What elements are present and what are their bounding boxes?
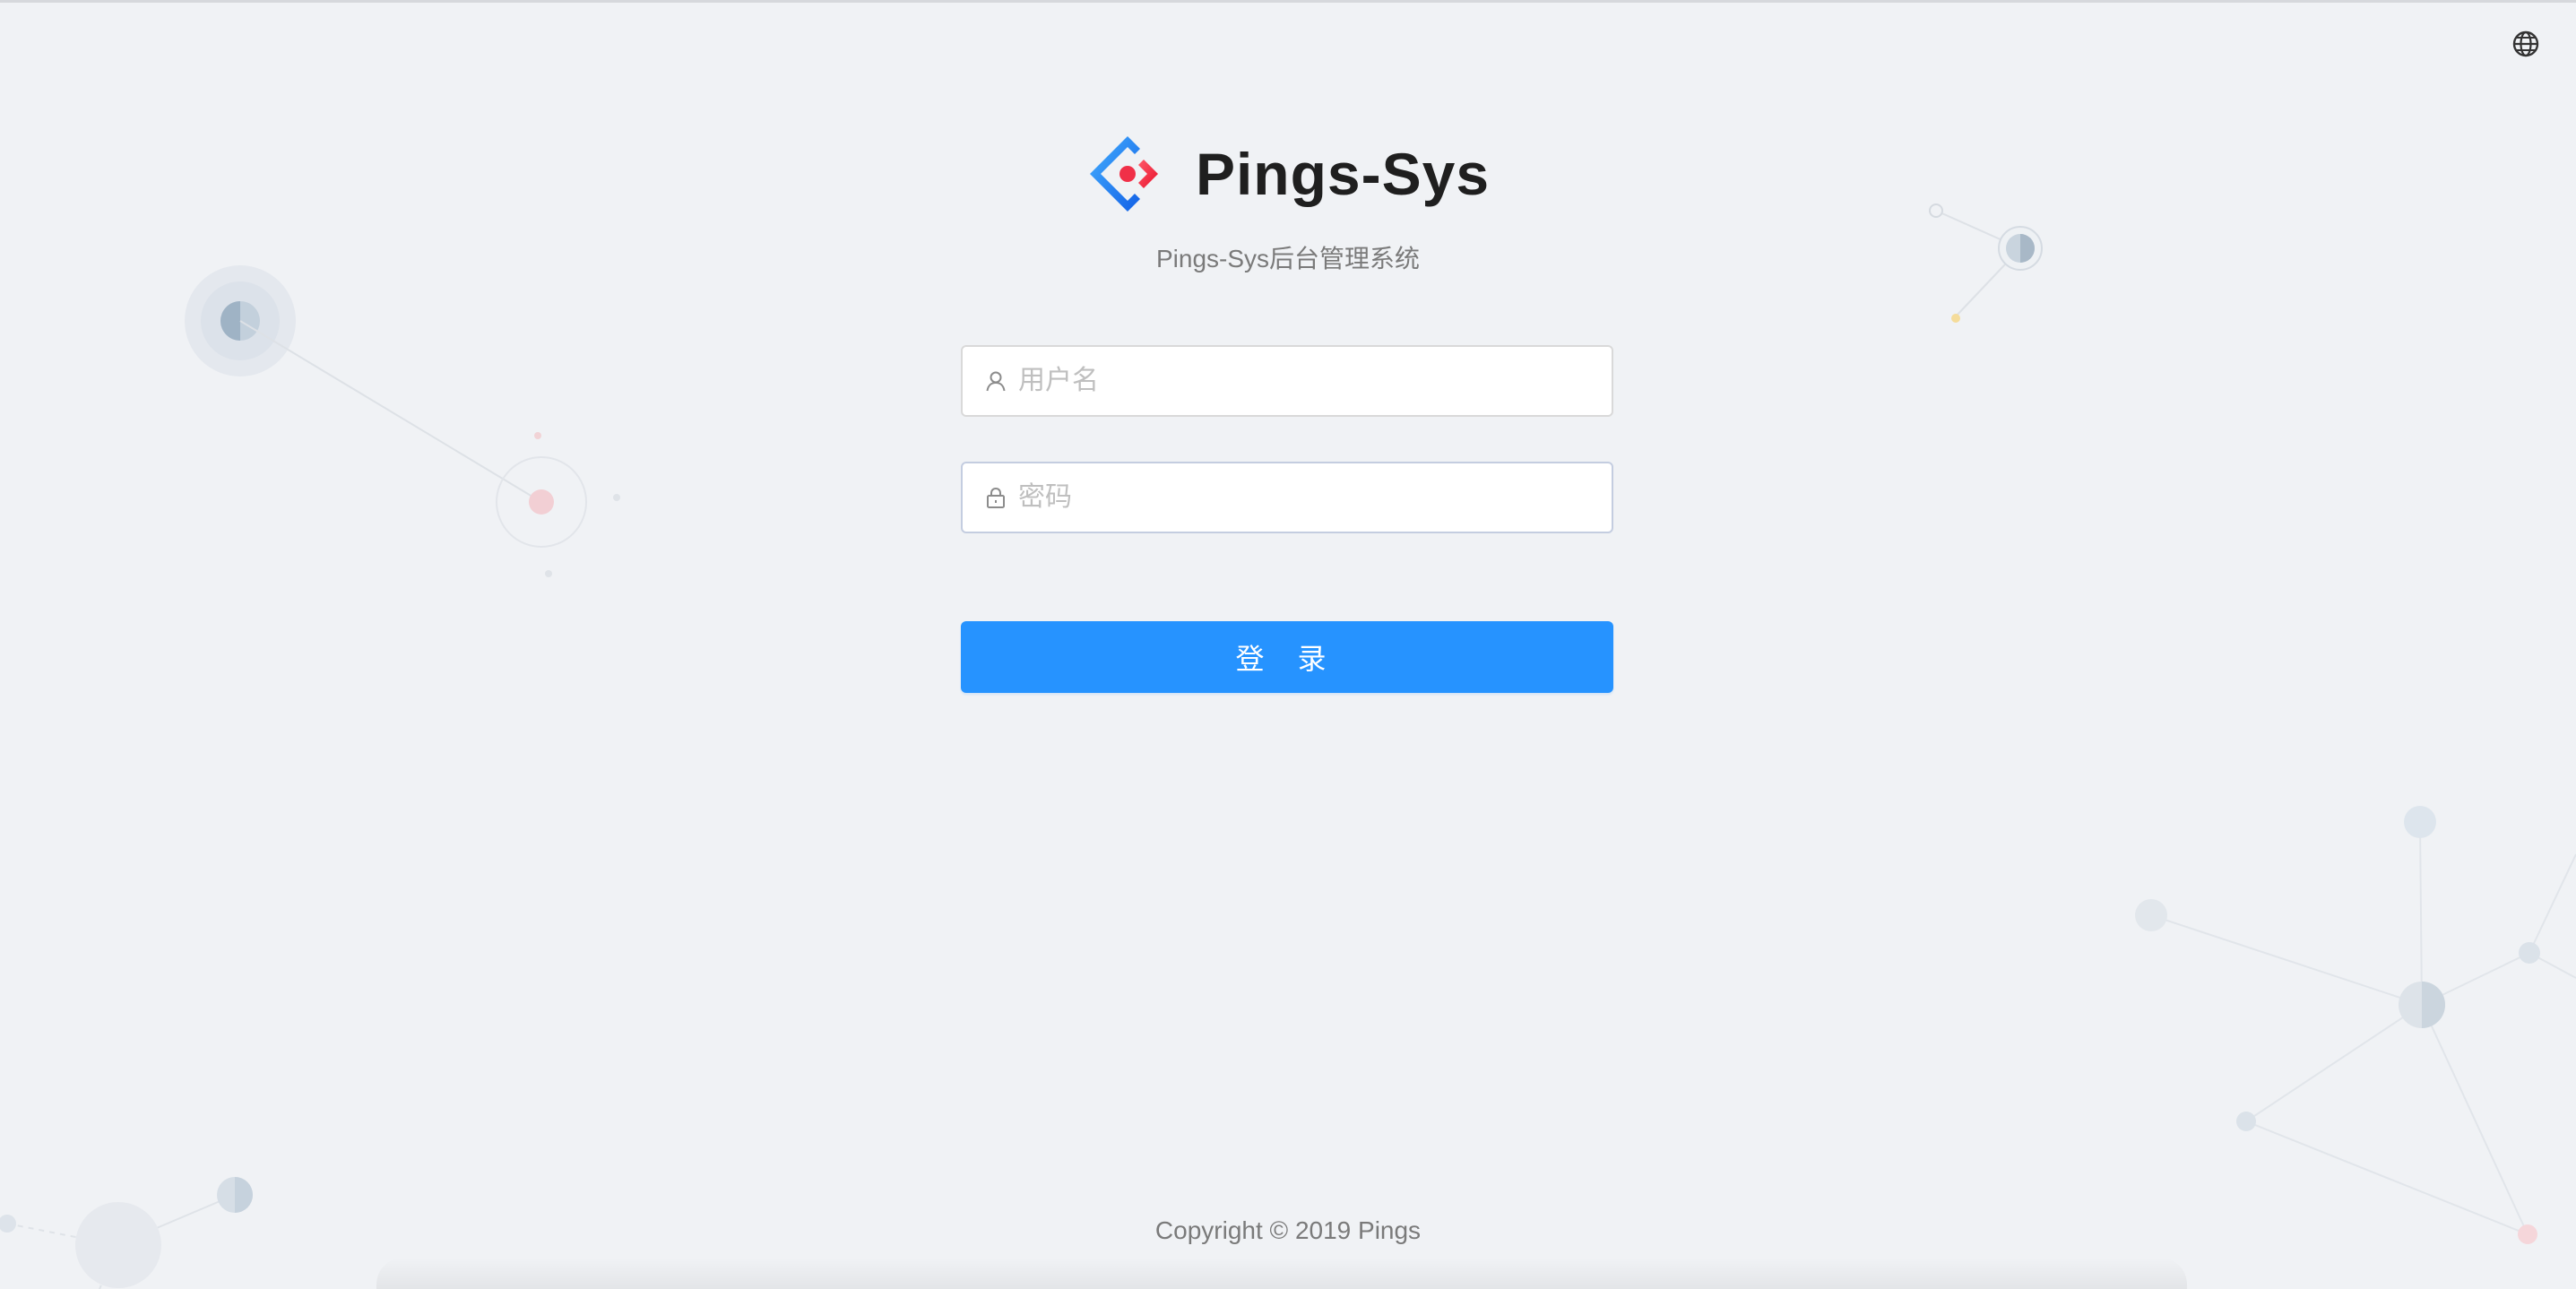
app-title: Pings-Sys (1195, 141, 1491, 207)
password-field[interactable] (961, 462, 1613, 533)
user-icon (986, 371, 1006, 392)
password-input[interactable] (1018, 463, 1612, 532)
lock-icon (987, 487, 1005, 508)
app-subtitle: Pings-Sys后台管理系统 (1155, 245, 1421, 273)
brand-header: Pings-Sys (0, 133, 2576, 215)
username-input[interactable] (1018, 347, 1612, 415)
footer-divider (376, 1258, 2187, 1289)
copyright-text: Copyright © 2019 Pings (1154, 1216, 1422, 1244)
login-page: Pings-Sys Pings-Sys后台管理系统 登 录 Copyright … (0, 0, 2576, 1289)
login-button[interactable]: 登 录 (961, 621, 1613, 693)
username-field[interactable] (961, 345, 1613, 417)
globe-icon (2512, 30, 2539, 57)
pings-logo-icon (1089, 136, 1158, 212)
language-switcher[interactable] (2510, 28, 2542, 60)
